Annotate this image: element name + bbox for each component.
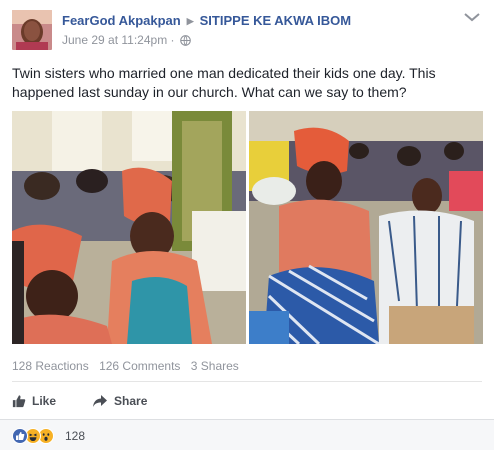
post-photo-left[interactable] <box>12 111 246 344</box>
shares-count-link[interactable]: 3 Shares <box>191 359 239 373</box>
post-actions: Like Share <box>12 389 183 413</box>
author-name-link[interactable]: FearGod Akpakpan <box>62 13 181 28</box>
post-text: Twin sisters who married one man dedicat… <box>12 65 436 100</box>
comments-count-link[interactable]: 126 Comments <box>99 359 180 373</box>
feed-post: FearGod Akpakpan ▶ SITIPPE KE AKWA IBOM Ju… <box>0 0 494 450</box>
post-timestamp[interactable]: June 29 at 11:24pm <box>62 33 167 47</box>
arrow-right-icon: ▶ <box>186 16 194 26</box>
divider <box>12 381 482 382</box>
group-name-link[interactable]: SITIPPE KE AKWA IBOM <box>200 13 351 28</box>
like-button[interactable]: Like <box>12 389 56 413</box>
reactions-bar: 128 <box>0 419 494 450</box>
more-options-icon[interactable] <box>462 10 482 24</box>
share-arrow-icon <box>93 395 108 407</box>
meta-separator: · <box>170 33 175 47</box>
post-meta: June 29 at 11:24pm · <box>62 33 191 49</box>
reaction-count[interactable]: 128 <box>65 429 85 443</box>
globe-icon <box>180 35 191 49</box>
post-header: FearGod Akpakpan ▶ SITIPPE KE AKWA IBOM Ju… <box>10 8 484 52</box>
author-avatar[interactable] <box>12 10 52 50</box>
post-author-line: FearGod Akpakpan ▶ SITIPPE KE AKWA IBOM <box>62 13 351 28</box>
post-stats: 128 Reactions 126 Comments 3 Shares <box>12 359 246 373</box>
like-icon <box>12 428 28 444</box>
share-button[interactable]: Share <box>92 389 147 413</box>
thumbs-up-icon <box>12 395 26 408</box>
reactions-count-link[interactable]: 128 Reactions <box>12 359 89 373</box>
like-label: Like <box>32 394 57 408</box>
share-label: Share <box>114 394 148 408</box>
post-photo-right[interactable] <box>249 111 483 344</box>
